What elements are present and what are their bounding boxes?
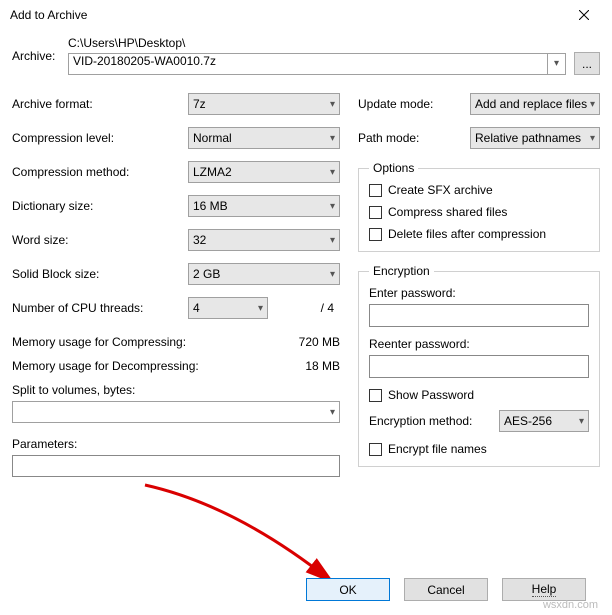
cpu-threads-select[interactable]: 4▾	[188, 297, 268, 319]
browse-button[interactable]: ...	[574, 52, 600, 75]
encryption-legend: Encryption	[369, 264, 434, 278]
chevron-down-icon: ▾	[330, 201, 335, 212]
dictionary-size-label: Dictionary size:	[12, 199, 188, 213]
chevron-down-icon: ▾	[330, 269, 335, 280]
encrypt-filenames-label: Encrypt file names	[388, 442, 487, 456]
enter-password-input[interactable]	[369, 304, 589, 327]
split-volumes-select[interactable]: ▾	[12, 401, 340, 423]
solid-block-size-select[interactable]: 2 GB▾	[188, 263, 340, 285]
archive-format-label: Archive format:	[12, 97, 188, 111]
archive-dropdown-button[interactable]: ▾	[548, 53, 566, 75]
chevron-down-icon: ▾	[258, 303, 263, 314]
help-button[interactable]: Help	[502, 578, 586, 601]
compression-method-label: Compression method:	[12, 165, 188, 179]
solid-block-size-label: Solid Block size:	[12, 267, 188, 281]
compress-shared-checkbox[interactable]	[369, 206, 382, 219]
word-size-select[interactable]: 32▾	[188, 229, 340, 251]
path-mode-select[interactable]: Relative pathnames▾	[470, 127, 600, 149]
chevron-down-icon: ▾	[330, 167, 335, 178]
cpu-threads-label: Number of CPU threads:	[12, 301, 188, 315]
update-mode-select[interactable]: Add and replace files▾	[470, 93, 600, 115]
chevron-down-icon: ▾	[579, 416, 584, 427]
parameters-input[interactable]	[12, 455, 340, 477]
chevron-down-icon: ▾	[590, 133, 595, 144]
archive-format-select[interactable]: 7z▾	[188, 93, 340, 115]
options-group: Options Create SFX archive Compress shar…	[358, 161, 600, 252]
archive-label: Archive:	[12, 49, 68, 63]
update-mode-label: Update mode:	[358, 97, 470, 111]
compression-level-select[interactable]: Normal▾	[188, 127, 340, 149]
chevron-down-icon: ▾	[330, 99, 335, 110]
encrypt-filenames-checkbox[interactable]	[369, 443, 382, 456]
create-sfx-checkbox[interactable]	[369, 184, 382, 197]
compress-shared-label: Compress shared files	[388, 205, 507, 219]
enter-password-label: Enter password:	[369, 286, 589, 300]
show-password-label: Show Password	[388, 388, 474, 402]
memory-compressing-label: Memory usage for Compressing:	[12, 335, 186, 349]
chevron-down-icon: ▾	[330, 133, 335, 144]
memory-compressing-value: 720 MB	[299, 335, 340, 349]
cancel-button[interactable]: Cancel	[404, 578, 488, 601]
archive-filename-input[interactable]: VID-20180205-WA0010.7z	[68, 53, 548, 75]
delete-after-label: Delete files after compression	[388, 227, 546, 241]
reenter-password-input[interactable]	[369, 355, 589, 378]
window-title: Add to Archive	[10, 8, 87, 22]
chevron-down-icon: ▾	[590, 99, 595, 110]
chevron-down-icon: ▾	[554, 58, 559, 69]
options-legend: Options	[369, 161, 418, 175]
dictionary-size-select[interactable]: 16 MB▾	[188, 195, 340, 217]
path-mode-label: Path mode:	[358, 131, 470, 145]
chevron-down-icon: ▾	[330, 235, 335, 246]
split-volumes-label: Split to volumes, bytes:	[12, 383, 340, 397]
parameters-label: Parameters:	[12, 437, 340, 451]
create-sfx-label: Create SFX archive	[388, 183, 493, 197]
archive-path: C:\Users\HP\Desktop\	[68, 36, 185, 50]
show-password-checkbox[interactable]	[369, 389, 382, 402]
memory-decompressing-label: Memory usage for Decompressing:	[12, 359, 199, 373]
reenter-password-label: Reenter password:	[369, 337, 589, 351]
ok-button[interactable]: OK	[306, 578, 390, 601]
cpu-threads-max: / 4	[321, 301, 340, 315]
close-icon	[579, 10, 589, 20]
memory-decompressing-value: 18 MB	[305, 359, 340, 373]
encryption-method-label: Encryption method:	[369, 414, 499, 428]
compression-level-label: Compression level:	[12, 131, 188, 145]
close-button[interactable]	[564, 1, 604, 29]
compression-method-select[interactable]: LZMA2▾	[188, 161, 340, 183]
encryption-method-select[interactable]: AES-256▾	[499, 410, 589, 432]
delete-after-checkbox[interactable]	[369, 228, 382, 241]
word-size-label: Word size:	[12, 233, 188, 247]
watermark: wsxdn.com	[543, 599, 598, 611]
chevron-down-icon: ▾	[330, 407, 335, 418]
encryption-group: Encryption Enter password: Reenter passw…	[358, 264, 600, 467]
